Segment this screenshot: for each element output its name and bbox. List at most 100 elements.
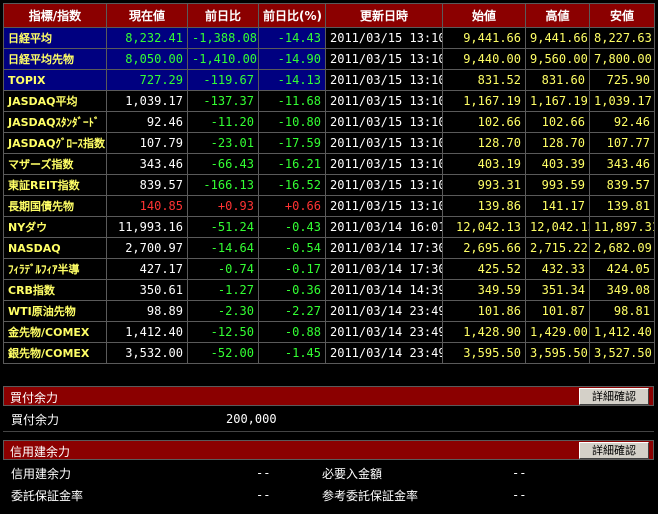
table-row[interactable]: WTI原油先物 98.89 -2.30 -2.27 2011/03/14 23:49 10… (3, 300, 655, 322)
row-updated: 2011/03/15 13:10 (325, 132, 443, 154)
row-change: -1,410.00 (187, 48, 259, 70)
row-name: JASDAQｽﾀﾝﾀﾞｰﾄﾞ (3, 111, 107, 133)
table-row[interactable]: TOPIX 727.29 -119.67 -14.13 2011/03/15 13:10… (3, 69, 655, 91)
row-high: 403.39 (525, 153, 590, 175)
row-low: 839.57 (589, 174, 655, 196)
row-name: TOPIX (3, 69, 107, 91)
row-low: 92.46 (589, 111, 655, 133)
row-price: 3,532.00 (106, 342, 188, 364)
row-open: 139.86 (442, 195, 526, 217)
table-row[interactable]: 東証REIT指数 839.57 -166.13 -16.52 2011/03/15 13… (3, 174, 655, 196)
required-deposit-value: -- (512, 466, 527, 480)
row-price: 1,412.40 (106, 321, 188, 343)
row-open: 101.86 (442, 300, 526, 322)
column-header-change-pct[interactable]: 前日比(%) (258, 3, 326, 28)
row-name: 金先物/COMEX (3, 321, 107, 343)
table-row[interactable]: NYダウ 11,993.16 -51.24 -0.43 2011/03/14 16:01… (3, 216, 655, 238)
table-header-row: 指標/指数 現在値 前日比 前日比(%) 更新日時 始値 高値 安値 (3, 3, 655, 28)
row-high: 3,595.50 (525, 342, 590, 364)
row-name: マザーズ指数 (3, 153, 107, 175)
row-name: 銀先物/COMEX (3, 342, 107, 364)
row-high: 2,715.22 (525, 237, 590, 259)
column-header-price[interactable]: 現在値 (106, 3, 188, 28)
guarantee-rate-label: 委託保証金率 (11, 489, 84, 503)
row-high: 9,560.00 (525, 48, 590, 70)
row-price: 350.61 (106, 279, 188, 301)
row-change: -23.01 (187, 132, 259, 154)
margin-detail-button[interactable]: 詳細確認 (579, 442, 649, 459)
row-change: -52.00 (187, 342, 259, 364)
row-open: 1,428.90 (442, 321, 526, 343)
row-change: -2.30 (187, 300, 259, 322)
row-change-pct: -14.43 (258, 27, 326, 49)
table-row[interactable]: JASDAQｽﾀﾝﾀﾞｰﾄﾞ 92.46 -11.20 -10.80 2011/03/1… (3, 111, 655, 133)
table-row[interactable]: マザーズ指数 343.46 -66.43 -16.21 2011/03/15 13:10… (3, 153, 655, 175)
table-row[interactable]: 日経平均先物 8,050.00 -1,410.00 -14.90 2011/03/15 … (3, 48, 655, 70)
row-change: -11.20 (187, 111, 259, 133)
table-row[interactable]: ﾌｨﾗﾃﾞﾙﾌｨｱ半導 427.17 -0.74 -0.17 2011/03/14 17… (3, 258, 655, 280)
row-price: 11,993.16 (106, 216, 188, 238)
row-change-pct: -0.88 (258, 321, 326, 343)
column-header-index[interactable]: 指標/指数 (3, 3, 107, 28)
divider (3, 431, 654, 432)
column-header-change[interactable]: 前日比 (187, 3, 259, 28)
row-change: -119.67 (187, 69, 259, 91)
table-row[interactable]: JASDAQ平均 1,039.17 -137.37 -11.68 2011/03/15 … (3, 90, 655, 112)
row-low: 3,527.50 (589, 342, 655, 364)
row-change-pct: -14.13 (258, 69, 326, 91)
column-header-high[interactable]: 高値 (525, 3, 590, 28)
row-name: ﾌｨﾗﾃﾞﾙﾌｨｱ半導 (3, 258, 107, 280)
row-name: WTI原油先物 (3, 300, 107, 322)
row-change: -14.64 (187, 237, 259, 259)
table-row[interactable]: 金先物/COMEX 1,412.40 -12.50 -0.88 2011/03/14 2… (3, 321, 655, 343)
table-row[interactable]: 長期国債先物 140.85 +0.93 +0.66 2011/03/15 13:10 13… (3, 195, 655, 217)
row-open: 2,695.66 (442, 237, 526, 259)
row-change-pct: -0.54 (258, 237, 326, 259)
row-low: 1,039.17 (589, 90, 655, 112)
margin-title: 信用建余力 (10, 445, 71, 459)
row-open: 102.66 (442, 111, 526, 133)
row-updated: 2011/03/14 23:49 (325, 342, 443, 364)
row-updated: 2011/03/15 13:10 (325, 111, 443, 133)
row-name: JASDAQｸﾞﾛｰｽ指数 (3, 132, 107, 154)
buying-power-value: 200,000 (226, 412, 277, 426)
market-quotes-window: 指標/指数 現在値 前日比 前日比(%) 更新日時 始値 高値 安値 日経平均 8… (0, 0, 658, 514)
row-change-pct: -0.17 (258, 258, 326, 280)
row-low: 11,897.31 (589, 216, 655, 238)
row-change: -166.13 (187, 174, 259, 196)
row-high: 993.59 (525, 174, 590, 196)
row-high: 12,042.13 (525, 216, 590, 238)
row-open: 12,042.13 (442, 216, 526, 238)
row-open: 993.31 (442, 174, 526, 196)
row-price: 343.46 (106, 153, 188, 175)
row-updated: 2011/03/15 13:10 (325, 174, 443, 196)
column-header-open[interactable]: 始値 (442, 3, 526, 28)
row-updated: 2011/03/15 13:10 (325, 69, 443, 91)
row-change-pct: -17.59 (258, 132, 326, 154)
table-row[interactable]: JASDAQｸﾞﾛｰｽ指数 107.79 -23.01 -17.59 2011/03/1… (3, 132, 655, 154)
buying-power-detail-button[interactable]: 詳細確認 (579, 388, 649, 405)
column-header-low[interactable]: 安値 (589, 3, 655, 28)
table-row[interactable]: 銀先物/COMEX 3,532.00 -52.00 -1.45 2011/03/14 2… (3, 342, 655, 364)
buying-power-label: 買付余力 (11, 413, 60, 427)
row-high: 1,167.19 (525, 90, 590, 112)
table-row[interactable]: NASDAQ 2,700.97 -14.64 -0.54 2011/03/14 17:3… (3, 237, 655, 259)
row-change-pct: -1.45 (258, 342, 326, 364)
row-change-pct: -14.90 (258, 48, 326, 70)
row-updated: 2011/03/14 23:49 (325, 321, 443, 343)
row-open: 403.19 (442, 153, 526, 175)
row-updated: 2011/03/14 17:30 (325, 237, 443, 259)
row-change-pct: +0.66 (258, 195, 326, 217)
row-open: 831.52 (442, 69, 526, 91)
row-low: 7,800.00 (589, 48, 655, 70)
margin-power-value: -- (256, 466, 271, 480)
row-updated: 2011/03/15 13:10 (325, 48, 443, 70)
row-low: 139.81 (589, 195, 655, 217)
row-updated: 2011/03/14 14:39 (325, 279, 443, 301)
row-high: 141.17 (525, 195, 590, 217)
row-high: 831.60 (525, 69, 590, 91)
table-row[interactable]: CRB指数 350.61 -1.27 -0.36 2011/03/14 14:39 349… (3, 279, 655, 301)
table-row[interactable]: 日経平均 8,232.41 -1,388.08 -14.43 2011/03/15 13… (3, 27, 655, 49)
guarantee-rate-value: -- (256, 488, 271, 502)
column-header-updated[interactable]: 更新日時 (325, 3, 443, 28)
